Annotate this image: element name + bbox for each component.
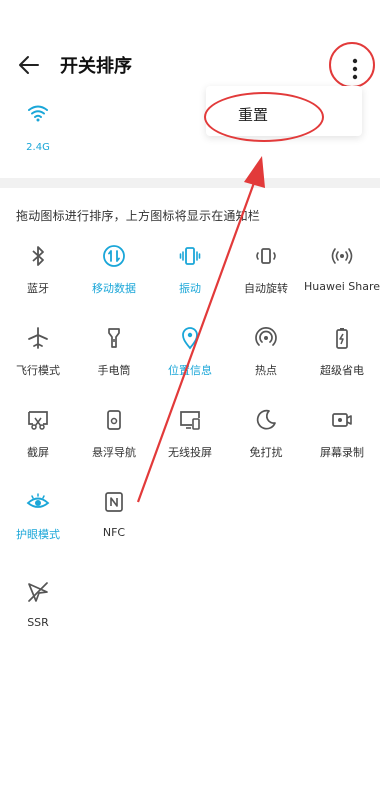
nfc-icon — [105, 492, 123, 512]
wireless-projection-icon — [180, 411, 200, 430]
wifi-icon — [28, 105, 48, 122]
mobile-data-icon — [103, 245, 125, 267]
tile-screenshot[interactable]: 截屏 — [0, 408, 76, 468]
tile-do-not-disturb[interactable]: 免打扰 — [228, 408, 304, 468]
tile-floating-nav[interactable]: 悬浮导航 — [76, 408, 152, 468]
tile-huawei-share[interactable]: Huawei Share — [304, 244, 380, 304]
page-title: 开关排序 — [60, 56, 132, 77]
tile-vibrate-label: 振动 — [179, 282, 201, 295]
tile-wireless-projection-label: 无线投屏 — [168, 446, 212, 459]
tile-screen-record[interactable]: 屏幕录制 — [304, 408, 380, 468]
battery-saver-icon — [336, 328, 348, 349]
tile-ssr-label: SSR — [27, 616, 49, 629]
tile-airplane[interactable]: 飞行模式 — [0, 326, 76, 386]
huawei-share-icon — [331, 248, 353, 264]
tile-airplane-label: 飞行模式 — [16, 364, 60, 377]
flashlight-icon — [108, 328, 120, 348]
tile-eye-comfort-label: 护眼模式 — [16, 528, 60, 541]
tile-do-not-disturb-label: 免打扰 — [249, 446, 283, 459]
tile-wireless-projection[interactable]: 无线投屏 — [152, 408, 228, 468]
tile-hotspot[interactable]: 热点 — [228, 326, 304, 386]
auto-rotate-icon — [256, 248, 276, 264]
tile-floating-nav-label: 悬浮导航 — [92, 446, 136, 459]
tile-eye-comfort[interactable]: 护眼模式 — [0, 490, 76, 550]
bluetooth-icon — [32, 246, 44, 266]
sort-hint-text: 拖动图标进行排序，上方图标将显示在通知栏 — [16, 209, 261, 223]
moon-icon — [256, 409, 276, 430]
back-button[interactable] — [14, 50, 44, 80]
tile-battery-saver[interactable]: 超级省电 — [304, 326, 380, 386]
annotation-circle-more — [329, 42, 375, 88]
tile-wifi[interactable]: 2.4G — [18, 104, 58, 153]
tile-location-label: 位置信息 — [168, 364, 212, 377]
tile-bluetooth[interactable]: 蓝牙 — [0, 244, 76, 304]
tile-screen-record-label: 屏幕录制 — [320, 446, 364, 459]
tile-battery-saver-label: 超级省电 — [320, 364, 364, 377]
hotspot-icon — [255, 327, 277, 346]
tile-nfc[interactable]: NFC — [76, 490, 152, 550]
annotation-ellipse-reset — [204, 92, 324, 142]
floating-nav-icon — [107, 410, 121, 430]
airplane-icon — [28, 327, 48, 349]
tile-huawei-share-label: Huawei Share — [304, 280, 380, 293]
tile-mobile-data[interactable]: 移动数据 — [76, 244, 152, 304]
eye-icon — [26, 493, 50, 508]
tile-wifi-label: 2.4G — [26, 142, 50, 153]
tile-hotspot-label: 热点 — [255, 364, 277, 377]
vibrate-icon — [179, 247, 201, 265]
tile-location[interactable]: 位置信息 — [152, 326, 228, 386]
location-icon — [182, 327, 198, 350]
tile-ssr[interactable]: SSR — [0, 580, 76, 640]
tile-flashlight[interactable]: 手电筒 — [76, 326, 152, 386]
back-arrow-icon — [19, 56, 39, 74]
tile-vibrate[interactable]: 振动 — [152, 244, 228, 304]
tile-auto-rotate[interactable]: 自动旋转 — [228, 244, 304, 304]
tile-flashlight-label: 手电筒 — [97, 364, 131, 377]
screenshot-icon — [28, 411, 48, 430]
screen-record-icon — [332, 413, 352, 427]
section-divider — [0, 178, 380, 188]
ssr-icon — [28, 582, 48, 602]
tile-auto-rotate-label: 自动旋转 — [244, 282, 288, 295]
tile-bluetooth-label: 蓝牙 — [27, 282, 49, 295]
tile-screenshot-label: 截屏 — [27, 446, 49, 459]
tile-mobile-data-label: 移动数据 — [92, 282, 136, 295]
tile-nfc-label: NFC — [102, 526, 126, 539]
